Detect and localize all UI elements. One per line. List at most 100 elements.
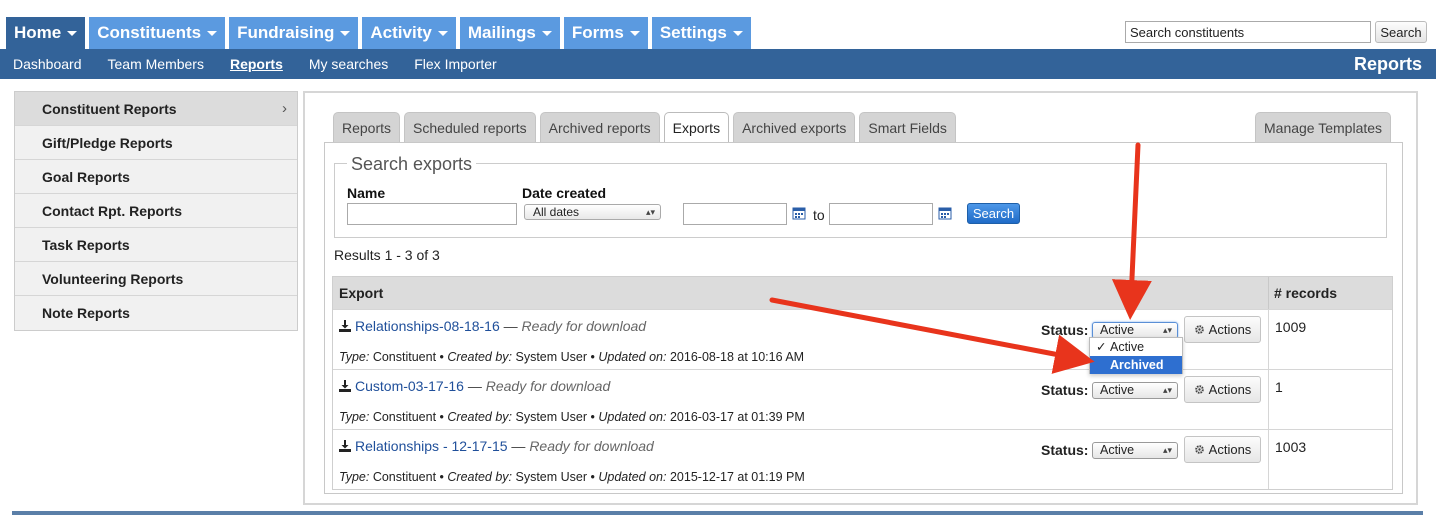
sidebar-item-goal-reports[interactable]: Goal Reports	[15, 160, 297, 194]
export-meta: Type: Constituent • Created by: System U…	[339, 350, 805, 364]
nav-tab-activity[interactable]: Activity	[362, 17, 456, 49]
caret-down-icon	[437, 30, 448, 36]
exports-table: Export # records Relationships-08-18-16 …	[332, 276, 1393, 490]
top-bar: Home Constituents Fundraising Activity M…	[0, 0, 1436, 49]
status-select[interactable]: Active ▴▾	[1092, 382, 1178, 399]
sidebar-item-label: Task Reports	[42, 237, 130, 253]
actions-button[interactable]: Actions	[1184, 436, 1261, 463]
results-count: Results 1 - 3 of 3	[334, 247, 440, 263]
sub-nav: Dashboard Team Members Reports My search…	[13, 49, 523, 79]
select-arrows-icon: ▴▾	[1162, 445, 1172, 455]
export-name-input[interactable]	[347, 203, 517, 225]
option-label: Archived	[1110, 358, 1164, 372]
meta-label: Created by:	[447, 410, 513, 424]
nav-tab-constituents[interactable]: Constituents	[89, 17, 226, 49]
status-option-archived[interactable]: Archived	[1090, 356, 1182, 374]
chevron-right-icon: ›	[282, 100, 287, 117]
caret-down-icon	[67, 30, 78, 36]
sidebar-item-label: Gift/Pledge Reports	[42, 135, 173, 151]
gear-icon	[1194, 385, 1204, 394]
status-label: Status:	[1041, 382, 1089, 398]
sub-nav-my-searches[interactable]: My searches	[309, 56, 388, 72]
tab-scheduled-reports[interactable]: Scheduled reports	[404, 112, 536, 143]
select-arrows-icon: ▴▾	[645, 207, 655, 217]
records-count: 1003	[1268, 430, 1392, 489]
status-select[interactable]: Active ▴▾	[1092, 442, 1178, 459]
tab-reports[interactable]: Reports	[333, 112, 401, 143]
records-count: 1	[1268, 370, 1392, 429]
download-icon[interactable]	[339, 320, 351, 332]
sidebar-item-task-reports[interactable]: Task Reports	[15, 228, 297, 262]
nav-tab-forms[interactable]: Forms	[563, 17, 648, 49]
sub-nav-dashboard[interactable]: Dashboard	[13, 56, 82, 72]
constituent-search-input[interactable]	[1125, 21, 1371, 43]
export-link[interactable]: Relationships-08-18-16	[355, 318, 500, 334]
status-select-value: Active	[1100, 323, 1135, 337]
export-link[interactable]: Relationships - 12-17-15	[355, 438, 508, 454]
sidebar-item-label: Volunteering Reports	[42, 271, 184, 287]
meta-type: Constituent	[372, 350, 437, 364]
separator-dash: —	[511, 438, 526, 454]
caret-down-icon	[340, 30, 351, 36]
export-status-text: Ready for download	[529, 438, 654, 454]
meta-updated-on: 2015-12-17 at 01:19 PM	[669, 470, 805, 484]
option-label: Active	[1110, 340, 1145, 354]
calendar-icon[interactable]	[938, 206, 952, 220]
export-link[interactable]: Custom-03-17-16	[355, 378, 464, 394]
nav-tab-label: Constituents	[97, 23, 202, 42]
nav-tab-mailings[interactable]: Mailings	[459, 17, 560, 49]
search-exports-legend: Search exports	[347, 154, 477, 175]
calendar-icon[interactable]	[792, 206, 806, 220]
sidebar-item-note-reports[interactable]: Note Reports	[15, 296, 297, 330]
date-from-input[interactable]	[683, 203, 787, 225]
tab-archived-exports[interactable]: Archived exports	[733, 112, 856, 143]
export-meta: Type: Constituent • Created by: System U…	[339, 410, 805, 424]
actions-button[interactable]: Actions	[1184, 316, 1261, 343]
date-to-input[interactable]	[829, 203, 933, 225]
nav-tab-label: Mailings	[467, 23, 536, 42]
sub-nav-reports[interactable]: Reports	[230, 56, 283, 72]
actions-label: Actions	[1208, 442, 1252, 457]
select-arrows-icon: ▴▾	[1162, 385, 1172, 395]
meta-label: Updated on:	[598, 350, 667, 364]
actions-button[interactable]: Actions	[1184, 376, 1261, 403]
download-icon[interactable]	[339, 440, 351, 452]
status-option-active[interactable]: ✓ Active	[1090, 338, 1182, 356]
main-nav: Home Constituents Fundraising Activity M…	[6, 17, 755, 49]
download-icon[interactable]	[339, 380, 351, 392]
table-row: Relationships-08-18-16 — Ready for downl…	[333, 309, 1392, 369]
sidebar-item-gift-pledge-reports[interactable]: Gift/Pledge Reports	[15, 126, 297, 160]
reports-sidebar: Constituent Reports › Gift/Pledge Reports…	[14, 91, 298, 331]
status-select-value: Active	[1100, 443, 1135, 457]
actions-label: Actions	[1208, 322, 1252, 337]
nav-tab-home[interactable]: Home	[6, 17, 86, 49]
tab-manage-templates[interactable]: Manage Templates	[1255, 112, 1392, 143]
reports-tabs: Reports Scheduled reports Archived repor…	[333, 112, 960, 144]
reports-panel: Reports Scheduled reports Archived repor…	[303, 91, 1418, 505]
sub-nav-team-members[interactable]: Team Members	[108, 56, 204, 72]
status-select-value: Active	[1100, 383, 1135, 397]
tab-exports[interactable]: Exports	[663, 112, 730, 144]
meta-label: Updated on:	[598, 410, 667, 424]
sidebar-item-volunteering-reports[interactable]: Volunteering Reports	[15, 262, 297, 296]
sidebar-item-constituent-reports[interactable]: Constituent Reports ›	[15, 92, 297, 126]
export-status-text: Ready for download	[521, 318, 647, 334]
meta-type: Constituent	[372, 410, 437, 424]
sub-nav-flex-importer[interactable]: Flex Importer	[414, 56, 496, 72]
nav-tab-fundraising[interactable]: Fundraising	[229, 17, 359, 49]
export-title: Relationships - 12-17-15 — Ready for dow…	[339, 438, 654, 454]
page-title: Reports	[1353, 54, 1422, 74]
sidebar-item-contact-reports[interactable]: Contact Rpt. Reports	[15, 194, 297, 228]
table-row: Custom-03-17-16 — Ready for download Typ…	[333, 369, 1392, 429]
export-status-text: Ready for download	[485, 378, 611, 394]
constituent-search-button[interactable]: Search	[1375, 21, 1427, 43]
tab-smart-fields[interactable]: Smart Fields	[859, 112, 956, 143]
actions-label: Actions	[1208, 382, 1252, 397]
separator-dash: —	[503, 318, 518, 334]
nav-tab-settings[interactable]: Settings	[651, 17, 751, 49]
meta-type: Constituent	[372, 470, 437, 484]
tab-archived-reports[interactable]: Archived reports	[539, 112, 660, 143]
date-created-select[interactable]: All dates ▴▾	[524, 204, 661, 220]
search-exports-button[interactable]: Search	[967, 203, 1020, 224]
caret-down-icon	[541, 30, 552, 36]
